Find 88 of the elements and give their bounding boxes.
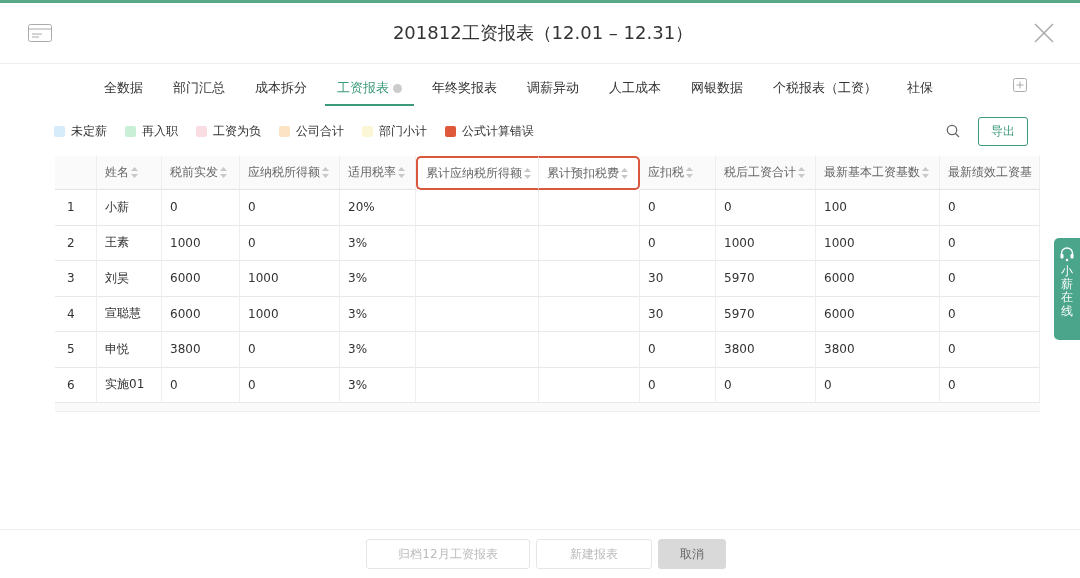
legend-label: 公式计算错误	[462, 122, 534, 140]
table-cell: 20%	[340, 190, 416, 226]
table-cell: 0	[716, 190, 816, 226]
table-cell: 3800	[162, 332, 240, 368]
report-icon	[28, 24, 52, 42]
table-cell: 3%	[340, 225, 416, 261]
export-button[interactable]: 导出	[978, 116, 1028, 146]
row-number: 2	[55, 225, 97, 261]
table-cell: 0	[162, 190, 240, 226]
table-cell: 宣聪慧	[97, 296, 162, 332]
headset-icon	[1059, 246, 1075, 262]
table-cell: 0	[640, 332, 716, 368]
table-cell: 刘昊	[97, 261, 162, 297]
tab[interactable]: 个税报表（工资）	[761, 79, 889, 106]
sort-icon[interactable]	[686, 167, 693, 178]
table-cell: 1000	[716, 225, 816, 261]
tab[interactable]: 年终奖报表	[420, 79, 509, 106]
table-cell: 6000	[162, 261, 240, 297]
sort-icon[interactable]	[922, 167, 929, 178]
legend-label: 未定薪	[71, 122, 107, 140]
table-cell: 1000	[240, 296, 340, 332]
table-cell: 0	[240, 225, 340, 261]
table-cell: 3%	[340, 296, 416, 332]
sort-icon[interactable]	[798, 167, 805, 178]
table-cell: 0	[640, 225, 716, 261]
table-cell: 30	[640, 296, 716, 332]
row-number: 1	[55, 190, 97, 226]
table-cell: 6000	[816, 261, 940, 297]
sort-icon[interactable]	[398, 167, 405, 178]
row-number: 5	[55, 332, 97, 368]
table-cell: 5970	[716, 261, 816, 297]
row-number: 4	[55, 296, 97, 332]
sort-icon[interactable]	[220, 167, 227, 178]
window-title: 201812工资报表（12.01 – 12.31）	[392, 21, 694, 45]
tab[interactable]: 调薪异动	[515, 79, 591, 106]
table-cell: 0	[240, 332, 340, 368]
table-cell: 1000	[240, 261, 340, 297]
table-cell: 小薪	[97, 190, 162, 226]
column-title: 累计应纳税所得额	[426, 164, 522, 182]
table-cell: 1000	[816, 225, 940, 261]
legend-label: 工资为负	[213, 122, 261, 140]
tab[interactable]: 全数据	[92, 79, 155, 106]
table-cell: 6000	[816, 296, 940, 332]
table-cell: 3%	[340, 261, 416, 297]
table-cell: 3800	[816, 332, 940, 368]
table-cell: 5970	[716, 296, 816, 332]
table-cell: 1000	[162, 225, 240, 261]
column-title: 应纳税所得额	[248, 164, 320, 181]
table-cell: 0	[940, 296, 1040, 332]
sort-icon[interactable]	[621, 167, 628, 179]
tab[interactable]: 人工成本	[597, 79, 673, 106]
table-cell: 0	[940, 225, 1040, 261]
tab[interactable]: 成本拆分	[243, 79, 319, 106]
legend-label: 再入职	[142, 122, 178, 140]
legend-label: 部门小计	[379, 122, 427, 140]
table-cell: 申悦	[97, 332, 162, 368]
column-title: 税前实发	[170, 164, 218, 181]
table-cell: 0	[640, 190, 716, 226]
tab[interactable]: 网银数据	[679, 79, 755, 106]
table-cell: 王素	[97, 225, 162, 261]
search-icon[interactable]	[946, 124, 960, 138]
tab[interactable]: 社保	[895, 79, 945, 106]
table-cell: 6000	[162, 296, 240, 332]
column-title: 最新绩效工资基	[948, 164, 1032, 181]
close-icon[interactable]	[1034, 23, 1054, 43]
column-title: 姓名	[105, 164, 129, 181]
column-title: 税后工资合计	[724, 164, 796, 181]
tab[interactable]: 工资报表	[325, 79, 414, 106]
tab[interactable]: 部门汇总	[161, 79, 237, 106]
row-number: 3	[55, 261, 97, 297]
footer-button[interactable]: 取消	[658, 539, 726, 569]
table-cell: 100	[816, 190, 940, 226]
table-cell: 0	[940, 332, 1040, 368]
column-title: 应扣税	[648, 164, 684, 181]
add-icon[interactable]	[1013, 78, 1027, 92]
table-cell: 30	[640, 261, 716, 297]
sort-icon[interactable]	[524, 167, 531, 179]
legend-label: 公司合计	[296, 122, 344, 140]
column-title: 适用税率	[348, 164, 396, 181]
sort-icon[interactable]	[322, 167, 329, 178]
table-cell: 3800	[716, 332, 816, 368]
table-cell: 0	[940, 261, 1040, 297]
table-cell: 0	[240, 190, 340, 226]
table-cell: 0	[940, 190, 1040, 226]
sort-icon[interactable]	[131, 167, 138, 178]
table-cell: 3%	[340, 332, 416, 368]
column-title: 累计预扣税费	[547, 164, 619, 182]
column-title: 最新基本工资基数	[824, 164, 920, 181]
